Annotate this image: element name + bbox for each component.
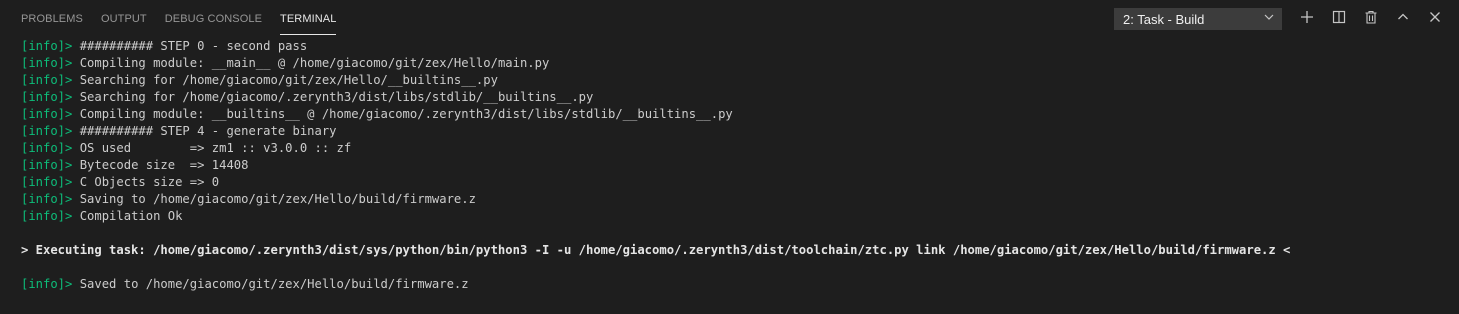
log-prefix: [info]> bbox=[21, 90, 73, 104]
chevron-down-icon bbox=[1263, 10, 1275, 28]
log-text: Compiling module: __builtins__ @ /home/g… bbox=[72, 107, 733, 121]
log-text: Searching for /home/giacomo/git/zex/Hell… bbox=[72, 73, 498, 87]
terminal-line: [info]> C Objects size => 0 bbox=[21, 174, 1441, 191]
log-text: Compilation Ok bbox=[72, 209, 183, 223]
log-prefix: [info]> bbox=[21, 141, 73, 155]
terminal-line: [info]> Compilation Ok bbox=[21, 208, 1441, 225]
terminal-line: [info]> ########## STEP 0 - second pass bbox=[21, 38, 1441, 55]
panel-tab-bar: PROBLEMS OUTPUT DEBUG CONSOLE TERMINAL 2… bbox=[0, 0, 1459, 38]
log-prefix: [info]> bbox=[21, 192, 73, 206]
terminal-line: [info]> OS used => zm1 :: v3.0.0 :: zf bbox=[21, 140, 1441, 157]
log-prefix: [info]> bbox=[21, 39, 73, 53]
log-text: Compiling module: __main__ @ /home/giaco… bbox=[72, 56, 550, 70]
close-panel-button[interactable] bbox=[1424, 8, 1446, 30]
terminal-output[interactable]: [info]> ########## STEP 0 - second pass … bbox=[21, 38, 1441, 308]
terminal-line: [info]> Saved to /home/giacomo/git/zex/H… bbox=[21, 276, 1441, 293]
log-prefix: [info]> bbox=[21, 56, 73, 70]
log-prefix: [info]> bbox=[21, 209, 73, 223]
log-text: ########## STEP 0 - second pass bbox=[72, 39, 308, 53]
log-prefix: [info]> bbox=[21, 175, 73, 189]
terminal-select-value: 2: Task - Build bbox=[1123, 11, 1205, 27]
plus-icon bbox=[1299, 9, 1315, 30]
split-icon bbox=[1331, 9, 1347, 30]
panel-actions bbox=[1296, 8, 1456, 30]
tab-debug-console[interactable]: DEBUG CONSOLE bbox=[165, 0, 262, 36]
log-text: OS used => zm1 :: v3.0.0 :: zf bbox=[72, 141, 352, 155]
executing-task-line: > Executing task: /home/giacomo/.zerynth… bbox=[21, 243, 1291, 257]
log-text: Bytecode size => 14408 bbox=[72, 158, 249, 172]
tab-output[interactable]: OUTPUT bbox=[101, 0, 147, 36]
log-text: Saving to /home/giacomo/git/zex/Hello/bu… bbox=[72, 192, 476, 206]
terminal-line: [info]> Bytecode size => 14408 bbox=[21, 157, 1441, 174]
new-terminal-button[interactable] bbox=[1296, 8, 1318, 30]
split-terminal-button[interactable] bbox=[1328, 8, 1350, 30]
log-text: ########## STEP 4 - generate binary bbox=[72, 124, 337, 138]
tab-terminal[interactable]: TERMINAL bbox=[280, 4, 337, 35]
log-prefix: [info]> bbox=[21, 277, 73, 291]
terminal-line: [info]> Saving to /home/giacomo/git/zex/… bbox=[21, 191, 1441, 208]
log-text: C Objects size => 0 bbox=[72, 175, 220, 189]
terminal-line: [info]> Searching for /home/giacomo/.zer… bbox=[21, 89, 1441, 106]
kill-terminal-button[interactable] bbox=[1360, 8, 1382, 30]
log-prefix: [info]> bbox=[21, 73, 73, 87]
terminal-select-dropdown[interactable]: 2: Task - Build bbox=[1114, 8, 1282, 30]
maximize-panel-button[interactable] bbox=[1392, 8, 1414, 30]
terminal-line: [info]> Compiling module: __main__ @ /ho… bbox=[21, 55, 1441, 72]
log-text: Searching for /home/giacomo/.zerynth3/di… bbox=[72, 90, 594, 104]
trash-icon bbox=[1363, 9, 1379, 30]
chevron-up-icon bbox=[1395, 9, 1411, 30]
log-prefix: [info]> bbox=[21, 107, 73, 121]
log-prefix: [info]> bbox=[21, 124, 73, 138]
terminal-line: [info]> ########## STEP 4 - generate bin… bbox=[21, 123, 1441, 140]
close-icon bbox=[1427, 9, 1443, 30]
log-text: Saved to /home/giacomo/git/zex/Hello/bui… bbox=[72, 277, 469, 291]
tab-problems[interactable]: PROBLEMS bbox=[21, 0, 83, 36]
panel-tabs: PROBLEMS OUTPUT DEBUG CONSOLE TERMINAL bbox=[21, 0, 354, 38]
terminal-line: [info]> Searching for /home/giacomo/git/… bbox=[21, 72, 1441, 89]
terminal-panel: PROBLEMS OUTPUT DEBUG CONSOLE TERMINAL 2… bbox=[0, 0, 1459, 314]
terminal-line: [info]> Compiling module: __builtins__ @… bbox=[21, 106, 1441, 123]
log-prefix: [info]> bbox=[21, 158, 73, 172]
